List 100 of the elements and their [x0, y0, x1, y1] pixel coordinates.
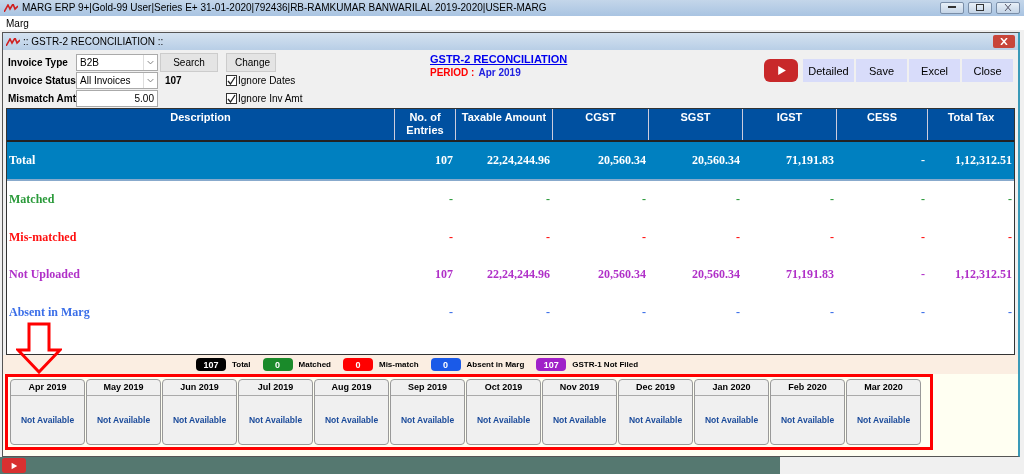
close-button[interactable] [996, 2, 1020, 14]
minimize-button[interactable] [940, 2, 964, 14]
table-cell-text: - [641, 229, 647, 245]
table-cell-text: - [641, 304, 647, 320]
invoice-count: 107 [164, 74, 183, 86]
column-header: CGST [552, 109, 648, 141]
action-button[interactable]: Detailed [803, 59, 854, 83]
play-icon [10, 461, 18, 470]
maximize-button[interactable] [968, 2, 992, 14]
table-cell-text: 107 [434, 153, 454, 169]
checkbox-label: Ignore Dates [238, 74, 296, 86]
month-tile[interactable]: Dec 2019 Not Available [618, 379, 693, 446]
app-title: MARG ERP 9+|Gold-99 User|Series E+ 31-01-2020|792436|RB-RAMKUMAR BANWARILAL 2019-2020|USER-MARG [22, 2, 548, 14]
month-tile[interactable]: Apr 2019 Not Available [10, 379, 85, 446]
video-play-button[interactable] [764, 59, 798, 83]
menu-item[interactable]: Marg [6, 17, 29, 29]
column-header: Taxable Amount [455, 109, 552, 141]
table-cell-text: - [920, 304, 926, 320]
table-cell-text: - [829, 229, 835, 245]
month-tile[interactable]: Feb 2020 Not Available [770, 379, 845, 446]
count-badge: 107 [196, 358, 226, 372]
table-cell-text: - [545, 192, 551, 208]
action-button[interactable]: Close [962, 59, 1013, 83]
row-label: Not Uploaded [8, 267, 81, 283]
close-icon [1000, 38, 1008, 46]
table-cell-text: - [641, 192, 647, 208]
table-cell-text: - [920, 229, 926, 245]
legend-label: Absent in Marg [466, 360, 525, 370]
month-tile[interactable]: Aug 2019 Not Available [314, 379, 389, 446]
mismatch-amount-field[interactable]: 5.00 [76, 89, 158, 107]
table-cell-text: 20,560.34 [691, 267, 741, 283]
table-cell-text: 20,560.34 [597, 267, 647, 283]
table-cell-text: - [1007, 304, 1013, 320]
table-cell-text: - [735, 192, 741, 208]
count-badge: 107 [536, 358, 567, 372]
month-tile[interactable]: Jul 2019 Not Available [238, 379, 313, 446]
video-play-button[interactable] [2, 458, 26, 474]
row-label: Mis-matched [8, 229, 78, 245]
column-header: SGST [648, 109, 742, 141]
table-cell-text: - [448, 192, 454, 208]
table-cell-text: - [735, 304, 741, 320]
month-tile[interactable]: Jan 2020 Not Available [694, 379, 769, 446]
column-header: CESS [836, 109, 927, 141]
table-cell-text: - [829, 192, 835, 208]
column-header: Description [169, 110, 232, 126]
month-tile[interactable]: Mar 2020 Not Available [846, 379, 921, 446]
change-button[interactable]: Change [226, 52, 276, 72]
table-cell-text: - [829, 304, 835, 320]
month-tile[interactable]: May 2019 Not Available [86, 379, 161, 446]
table-cell-text: - [1007, 229, 1013, 245]
table-cell-text: - [920, 153, 926, 169]
close-button[interactable] [993, 35, 1015, 49]
field-label: Invoice Type [8, 56, 69, 68]
table-cell-text: - [545, 229, 551, 245]
play-icon [775, 65, 787, 77]
close-icon [1004, 4, 1012, 12]
legend-label: Mis-match [378, 360, 419, 370]
row-label: Total [8, 153, 37, 169]
table-cell-text: 71,191.83 [785, 153, 835, 169]
month-tile[interactable]: Nov 2019 Not Available [542, 379, 617, 446]
maximize-icon [976, 4, 984, 12]
table-cell-text: - [920, 267, 926, 283]
period-label: PERIOD : [430, 67, 475, 79]
table-cell-text: 71,191.83 [785, 267, 835, 283]
checkbox[interactable] [226, 74, 237, 86]
month-tile[interactable]: Sep 2019 Not Available [390, 379, 465, 446]
invoice-status-dropdown[interactable]: All Invoices [76, 71, 158, 89]
period-value: Apr 2019 [478, 67, 521, 79]
invoice-type-dropdown[interactable]: B2B [76, 53, 158, 71]
field-label: Mismatch Amt [8, 92, 74, 104]
table-cell-text: - [920, 192, 926, 208]
count-badge: 0 [430, 358, 461, 372]
count-badge: 0 [342, 358, 373, 372]
legend-label: GSTR-1 Not Filed [572, 360, 639, 370]
logo-icon [4, 4, 18, 12]
table-cell-text: - [735, 229, 741, 245]
table-cell-text: 1,12,312.51 [954, 267, 1013, 283]
column-header: Total Tax [927, 109, 1014, 141]
table-cell-text: 107 [434, 267, 454, 283]
table-cell-text: - [1007, 192, 1013, 208]
column-header: No. of Entries [394, 109, 455, 141]
legend-label: Matched [298, 360, 331, 370]
table-cell-text: 20,560.34 [691, 153, 741, 169]
field-label: Invoice Status [8, 74, 74, 86]
count-badge: 0 [262, 358, 293, 372]
table-cell-text: 20,560.34 [597, 153, 647, 169]
action-button[interactable]: Save [856, 59, 907, 83]
window-title: :: GSTR-2 RECONCILIATION :: [23, 36, 164, 48]
row-label: Absent in Marg [8, 304, 91, 320]
checkbox-label: Ignore Inv Amt [238, 92, 303, 104]
month-tile[interactable]: Jun 2019 Not Available [162, 379, 237, 446]
search-button[interactable]: Search [160, 52, 218, 72]
month-tile[interactable]: Oct 2019 Not Available [466, 379, 541, 446]
table-cell-text: 22,24,244.96 [486, 153, 551, 169]
checkbox[interactable] [226, 92, 237, 104]
report-title[interactable]: GSTR-2 RECONCILIATION [430, 53, 568, 66]
table-cell-text: - [545, 304, 551, 320]
table-cell-text: - [448, 304, 454, 320]
table-cell-text: - [448, 229, 454, 245]
action-button[interactable]: Excel [909, 59, 960, 83]
